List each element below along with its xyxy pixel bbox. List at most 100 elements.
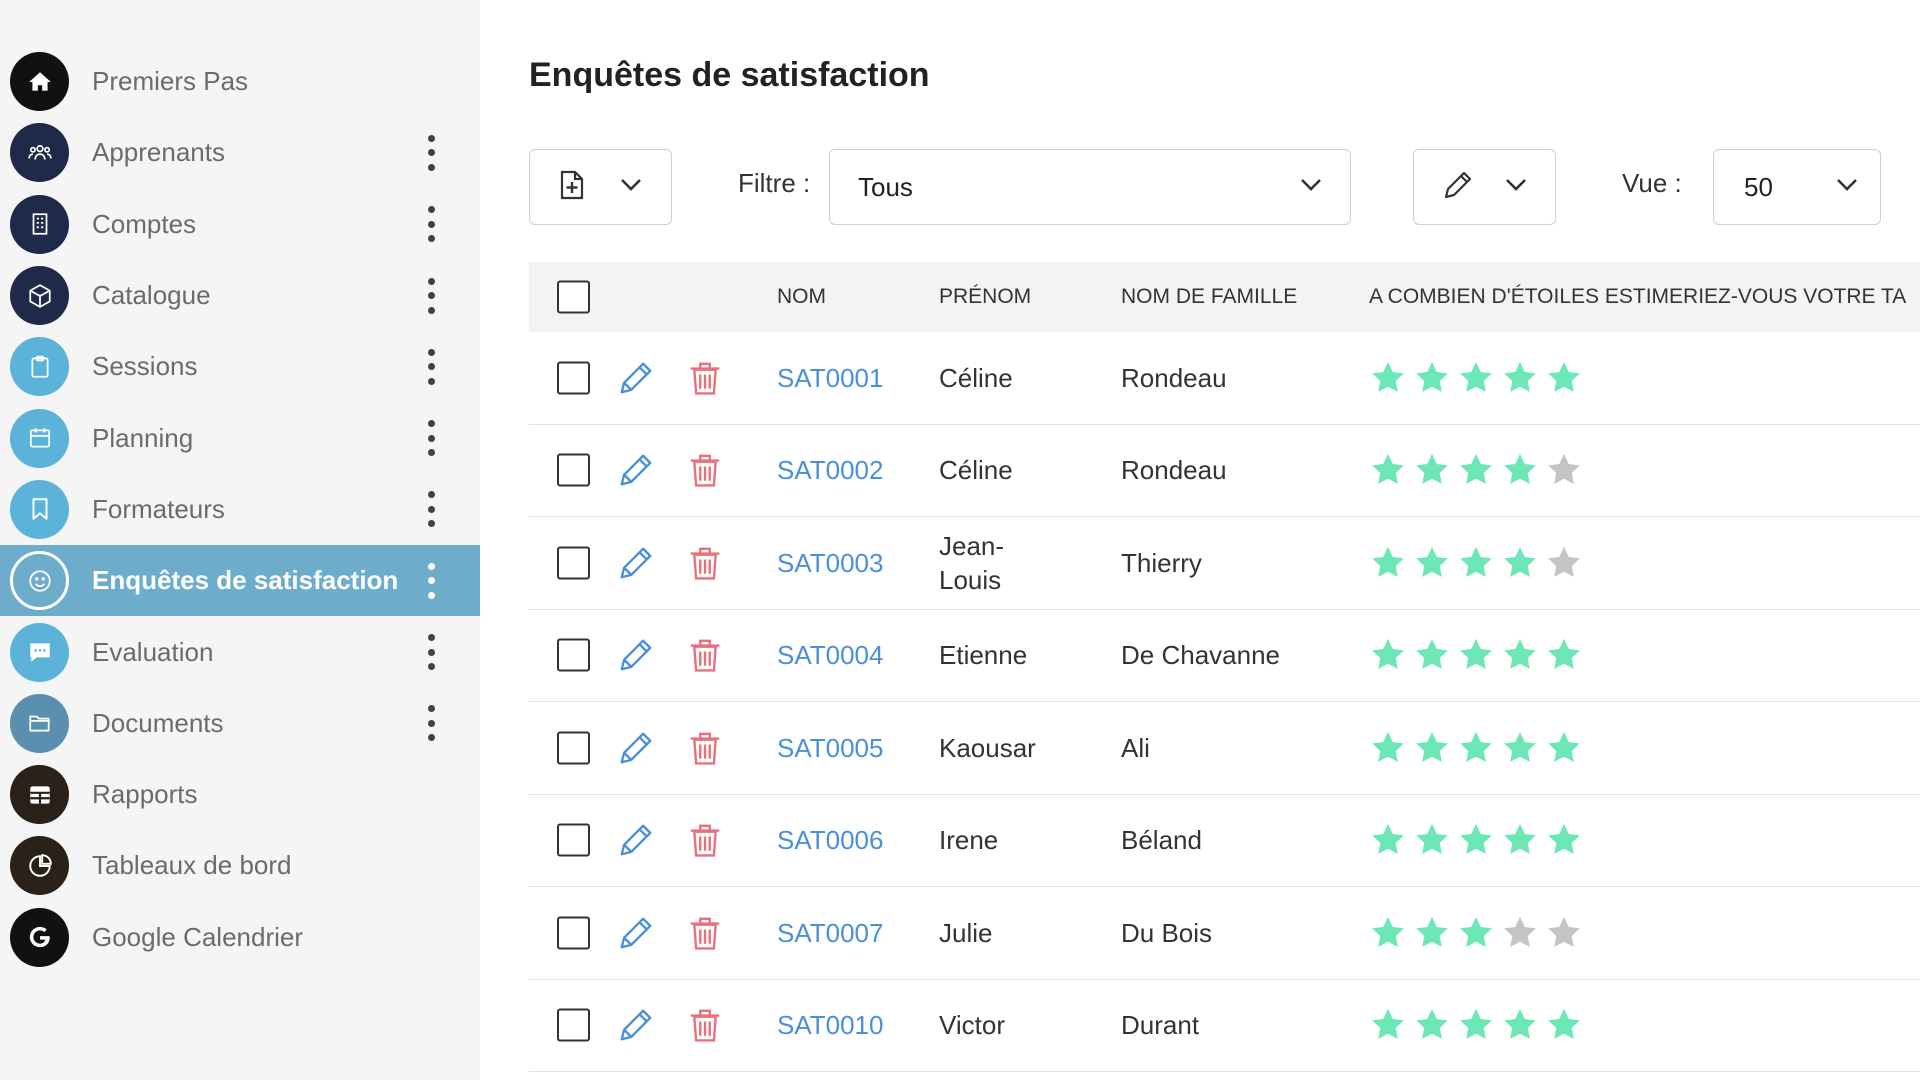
more-options-icon[interactable] — [420, 487, 442, 531]
chevron-down-icon — [1836, 178, 1858, 197]
sidebar-item-rapports[interactable]: Rapports — [0, 759, 480, 830]
column-header-etoiles[interactable]: A COMBIEN D'ÉTOILES ESTIMERIEZ-VOUS VOTR… — [1369, 285, 1906, 309]
survey-id-link[interactable]: SAT0001 — [777, 361, 883, 395]
first-name-cell: Etienne — [939, 640, 1028, 671]
star-icon — [1372, 454, 1404, 485]
column-header-nom[interactable]: NOM — [777, 285, 826, 309]
edit-pencil-icon[interactable] — [617, 914, 655, 952]
more-options-icon[interactable] — [420, 559, 442, 603]
star-icon — [1548, 731, 1580, 762]
survey-id-link[interactable]: SAT0010 — [777, 1008, 883, 1042]
star-icon — [1372, 916, 1404, 947]
sidebar-item-documents[interactable]: Documents — [0, 688, 480, 759]
star-rating — [1369, 359, 1583, 397]
chevron-down-icon — [1300, 178, 1322, 197]
star-rating — [1369, 914, 1583, 952]
edit-pencil-icon[interactable] — [617, 729, 655, 767]
filter-select[interactable]: Tous — [829, 149, 1351, 225]
delete-trash-icon[interactable] — [686, 636, 724, 674]
star-icon — [1504, 546, 1536, 577]
sidebar-item-formateurs[interactable]: Formateurs — [0, 474, 480, 545]
survey-id-link[interactable]: SAT0007 — [777, 916, 883, 950]
pencil-icon — [1442, 169, 1474, 206]
star-icon — [1548, 546, 1580, 577]
first-name-cell: Victor — [939, 1010, 1005, 1041]
last-name-cell: Thierry — [1121, 547, 1202, 578]
column-header-nom-de-famille[interactable]: NOM DE FAMILLE — [1121, 285, 1297, 309]
delete-trash-icon[interactable] — [686, 451, 724, 489]
row-checkbox[interactable] — [557, 638, 590, 672]
star-icon — [1372, 639, 1404, 670]
first-name-cell: Irene — [939, 825, 999, 856]
survey-id-link[interactable]: SAT0004 — [777, 638, 883, 672]
sidebar-item-google-calendrier[interactable]: Google Calendrier — [0, 902, 480, 973]
more-options-icon[interactable] — [420, 131, 442, 175]
more-options-icon[interactable] — [420, 701, 442, 745]
sidebar-item-planning[interactable]: Planning — [0, 402, 480, 473]
cube-icon — [10, 266, 69, 326]
row-checkbox[interactable] — [557, 823, 590, 857]
row-checkbox[interactable] — [557, 1008, 590, 1042]
table-row: SAT0010 Victor Durant — [529, 980, 1920, 1072]
more-options-icon[interactable] — [420, 274, 442, 318]
sidebar-item-label: Apprenants — [92, 137, 225, 168]
survey-id-link[interactable]: SAT0002 — [777, 453, 883, 487]
table-row: SAT0002 Céline Rondeau — [529, 425, 1920, 517]
row-checkbox[interactable] — [557, 361, 590, 395]
edit-pencil-icon[interactable] — [617, 451, 655, 489]
sidebar-item-tableaux-de-bord[interactable]: Tableaux de bord — [0, 830, 480, 901]
select-all-checkbox[interactable] — [557, 280, 590, 314]
star-icon — [1548, 916, 1580, 947]
delete-trash-icon[interactable] — [686, 544, 724, 582]
more-options-icon[interactable] — [420, 202, 442, 246]
star-rating — [1369, 544, 1583, 582]
column-header-prenom[interactable]: PRÉNOM — [939, 285, 1031, 309]
row-checkbox[interactable] — [557, 916, 590, 950]
more-options-icon[interactable] — [420, 345, 442, 389]
edit-pencil-icon[interactable] — [617, 636, 655, 674]
edit-pencil-icon[interactable] — [617, 359, 655, 397]
edit-pencil-icon[interactable] — [617, 821, 655, 859]
star-icon — [1416, 639, 1448, 670]
building-icon — [10, 194, 69, 254]
survey-id-link[interactable]: SAT0003 — [777, 546, 883, 580]
delete-trash-icon[interactable] — [686, 359, 724, 397]
sidebar-item-enquetes-de-satisfaction[interactable]: Enquêtes de satisfaction — [0, 545, 480, 617]
surveys-table: NOM PRÉNOM NOM DE FAMILLE A COMBIEN D'ÉT… — [529, 262, 1920, 1072]
more-options-icon[interactable] — [420, 416, 442, 460]
view-count-select[interactable]: 50 — [1713, 149, 1881, 225]
survey-id-link[interactable]: SAT0005 — [777, 731, 883, 765]
sidebar-item-label: Planning — [92, 422, 194, 453]
edit-pencil-icon[interactable] — [617, 544, 655, 582]
sidebar-item-comptes[interactable]: Comptes — [0, 189, 480, 260]
edit-dropdown[interactable] — [1413, 149, 1556, 225]
star-icon — [1548, 454, 1580, 485]
row-checkbox[interactable] — [557, 731, 590, 765]
sidebar-item-catalogue[interactable]: Catalogue — [0, 260, 480, 331]
delete-trash-icon[interactable] — [686, 821, 724, 859]
star-icon — [1548, 639, 1580, 670]
sidebar-item-premiers-pas[interactable]: Premiers Pas — [0, 46, 480, 117]
star-icon — [1548, 361, 1580, 392]
delete-trash-icon[interactable] — [686, 729, 724, 767]
table-row: SAT0005 Kaousar Ali — [529, 702, 1920, 795]
star-icon — [1460, 454, 1492, 485]
edit-pencil-icon[interactable] — [617, 1006, 655, 1044]
sidebar-item-apprenants[interactable]: Apprenants — [0, 117, 480, 188]
view-count-value: 50 — [1744, 171, 1773, 202]
star-rating — [1369, 636, 1583, 674]
add-document-dropdown[interactable] — [529, 149, 672, 225]
chevron-down-icon — [1505, 178, 1527, 197]
survey-id-link[interactable]: SAT0006 — [777, 823, 883, 857]
sidebar-item-label: Documents — [92, 707, 224, 738]
more-options-icon[interactable] — [420, 630, 442, 674]
row-checkbox[interactable] — [557, 453, 590, 487]
delete-trash-icon[interactable] — [686, 1006, 724, 1044]
star-icon — [1372, 361, 1404, 392]
row-checkbox[interactable] — [557, 546, 590, 580]
view-label: Vue : — [1622, 168, 1682, 198]
sidebar-item-sessions[interactable]: Sessions — [0, 331, 480, 402]
sidebar-item-label: Sessions — [92, 351, 198, 382]
delete-trash-icon[interactable] — [686, 914, 724, 952]
sidebar-item-evaluation[interactable]: Evaluation — [0, 616, 480, 687]
